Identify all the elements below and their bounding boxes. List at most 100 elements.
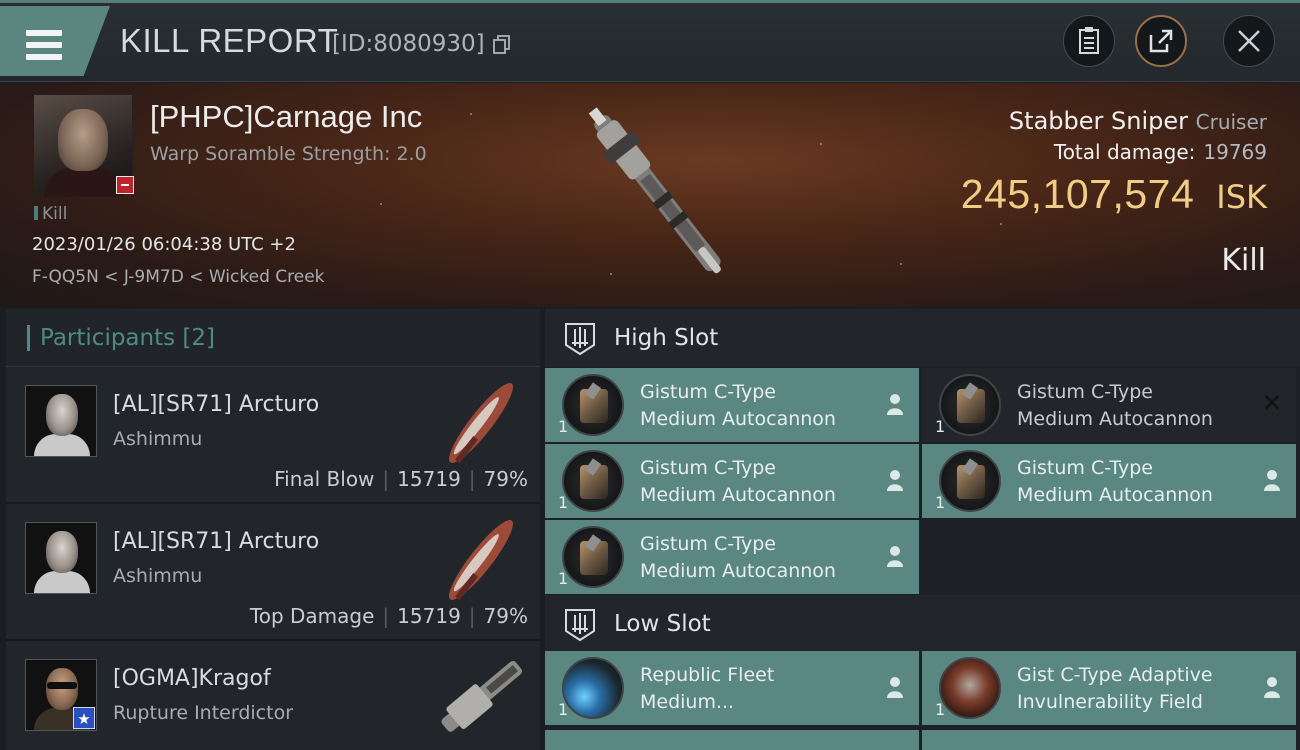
- victim-ship-image[interactable]: [540, 83, 770, 307]
- low-slot-icon: [565, 609, 595, 642]
- module-name-line1: Gistum C-Type: [640, 381, 776, 403]
- kill-tag-label: Kill: [42, 204, 68, 224]
- high-slot-label: High Slot: [614, 325, 719, 351]
- autocannon-icon: [562, 526, 624, 588]
- module-quantity: 1: [558, 700, 569, 719]
- participant-portrait[interactable]: [25, 385, 97, 457]
- module-quantity: 1: [935, 700, 946, 719]
- module-slot[interactable]: 1 Gist C-Type Adaptive Invulnerability Fi…: [922, 651, 1296, 725]
- participant-damage: 15719: [397, 467, 461, 491]
- kill-datetime: 2023/01/26 06:04:38 UTC +2: [32, 234, 296, 255]
- kill-location: F-QQ5N < J-9M7D < Wicked Creek: [32, 267, 325, 287]
- high-slot-header: High Slot: [545, 309, 1300, 367]
- shield-icon: [939, 657, 1001, 719]
- accent-line: [0, 0, 1300, 3]
- module-name-line1: Gistum C-Type: [640, 457, 776, 479]
- low-slot-label: Low Slot: [614, 611, 711, 637]
- participant-portrait[interactable]: [25, 522, 97, 594]
- isk-amount: 245,107,574: [960, 171, 1195, 217]
- outcome-label: Kill: [1221, 243, 1266, 278]
- participant-percent: 79%: [483, 467, 528, 491]
- module-slot[interactable]: 1 Republic Fleet Medium...: [545, 651, 919, 725]
- total-damage-label: Total damage:: [1053, 140, 1196, 164]
- module-slot[interactable]: 1 Gistum C-Type Medium Autocannon: [545, 368, 919, 442]
- damage-control-icon: [562, 657, 624, 719]
- participant-ship: Rupture Interdictor: [113, 702, 293, 724]
- isk-value: 245,107,574 ISK: [961, 171, 1267, 218]
- close-button[interactable]: [1223, 15, 1275, 67]
- module-name-line2: Medium Autocannon: [1017, 408, 1213, 430]
- clipboard-button[interactable]: [1063, 15, 1115, 67]
- menu-button[interactable]: [0, 6, 110, 76]
- person-icon: [887, 677, 903, 698]
- autocannon-icon: [562, 374, 624, 436]
- person-icon: [887, 546, 903, 567]
- participant-ship-image: [441, 661, 523, 732]
- ship-class: Cruiser: [1195, 110, 1267, 134]
- module-slot[interactable]: 1 Gistum C-Type Medium Autocannon ✕: [922, 368, 1296, 442]
- victim-ship-name: Stabber Sniper Cruiser: [1009, 107, 1267, 135]
- victim-name[interactable]: [PHPC]Carnage Inc: [150, 99, 422, 135]
- participant-ship: Ashimmu: [113, 565, 203, 587]
- star-icon: ★: [73, 707, 95, 729]
- copy-icon[interactable]: [493, 35, 511, 55]
- module-quantity: 1: [558, 569, 569, 588]
- participant-row[interactable]: [AL][SR71] Arcturo Ashimmu Top Damage | 15…: [6, 504, 540, 641]
- module-name-line2: Medium...: [640, 691, 735, 713]
- module-name: Republic Fleet Medium...: [640, 662, 774, 716]
- participant-role: Final Blow: [274, 467, 375, 491]
- module-name-line2: Invulnerability Field: [1017, 691, 1203, 713]
- destroyed-icon: ✕: [1261, 389, 1282, 417]
- person-icon: [887, 394, 903, 415]
- module-slot-partial[interactable]: [922, 730, 1296, 750]
- participant-ship-image: [449, 383, 513, 464]
- module-name: Gistum C-Type Medium Autocannon: [640, 455, 836, 509]
- participants-label: Participants [2]: [40, 325, 215, 351]
- kill-tag: Kill: [34, 204, 67, 224]
- report-id: [ID:8080930]: [332, 31, 485, 57]
- module-name: Gistum C-Type Medium Autocannon: [640, 379, 836, 433]
- person-icon: [1264, 677, 1280, 698]
- participant-percent: 79%: [483, 604, 528, 628]
- participant-name: [AL][SR71] Arcturo: [113, 529, 320, 554]
- fitting-panel: High Slot 1 Gistum C-Type Medium Autocann…: [545, 309, 1300, 750]
- module-name: Gistum C-Type Medium Autocannon: [1017, 379, 1213, 433]
- module-quantity: 1: [558, 417, 569, 436]
- menu-icon: [26, 30, 62, 60]
- module-name: Gist C-Type Adaptive Invulnerability Fiel…: [1017, 662, 1213, 716]
- module-quantity: 1: [558, 493, 569, 512]
- module-slot[interactable]: 1 Gistum C-Type Medium Autocannon: [545, 520, 919, 594]
- participant-ship-image: [449, 520, 513, 601]
- module-quantity: 1: [935, 417, 946, 436]
- module-name-line1: Republic Fleet: [640, 664, 775, 686]
- standing-badge: [116, 176, 134, 194]
- participant-stats: Final Blow | 15719 | 79%: [274, 467, 528, 491]
- module-slot[interactable]: 1 Gistum C-Type Medium Autocannon: [922, 444, 1296, 518]
- participants-header: Participants [2]: [6, 309, 540, 367]
- participant-row[interactable]: ★ [OGMA]Kragof Rupture Interdictor: [6, 641, 540, 750]
- module-name-line1: Gistum C-Type: [1017, 381, 1153, 403]
- module-name-line1: Gist C-Type Adaptive: [1017, 664, 1213, 686]
- person-icon: [887, 470, 903, 491]
- victim-banner: [PHPC]Carnage Inc Warp Soramble Strength…: [0, 83, 1300, 307]
- total-damage: Total damage: 19769: [1054, 140, 1267, 164]
- module-name: Gistum C-Type Medium Autocannon: [640, 531, 836, 585]
- share-button[interactable]: [1135, 15, 1187, 67]
- module-name-line2: Medium Autocannon: [640, 560, 836, 582]
- low-slot-header: Low Slot: [545, 595, 1300, 653]
- module-slot-partial[interactable]: [545, 730, 919, 750]
- total-damage-value: 19769: [1203, 140, 1267, 164]
- participant-role: Top Damage: [249, 604, 375, 628]
- module-name-line2: Medium Autocannon: [640, 484, 836, 506]
- module-name-line2: Medium Autocannon: [1017, 484, 1213, 506]
- participant-row[interactable]: [AL][SR71] Arcturo Ashimmu Final Blow | 15…: [6, 367, 540, 504]
- autocannon-icon: [939, 374, 1001, 436]
- page-title: KILL REPORT: [120, 22, 339, 59]
- participant-name: [AL][SR71] Arcturo: [113, 392, 320, 417]
- module-slot[interactable]: 1 Gistum C-Type Medium Autocannon: [545, 444, 919, 518]
- share-icon: [1149, 29, 1173, 53]
- participants-panel: Participants [2] [AL][SR71] Arcturo Ashi…: [6, 309, 540, 750]
- autocannon-icon: [562, 450, 624, 512]
- clipboard-icon: [1079, 27, 1099, 54]
- victim-detail: Warp Soramble Strength: 2.0: [150, 143, 427, 165]
